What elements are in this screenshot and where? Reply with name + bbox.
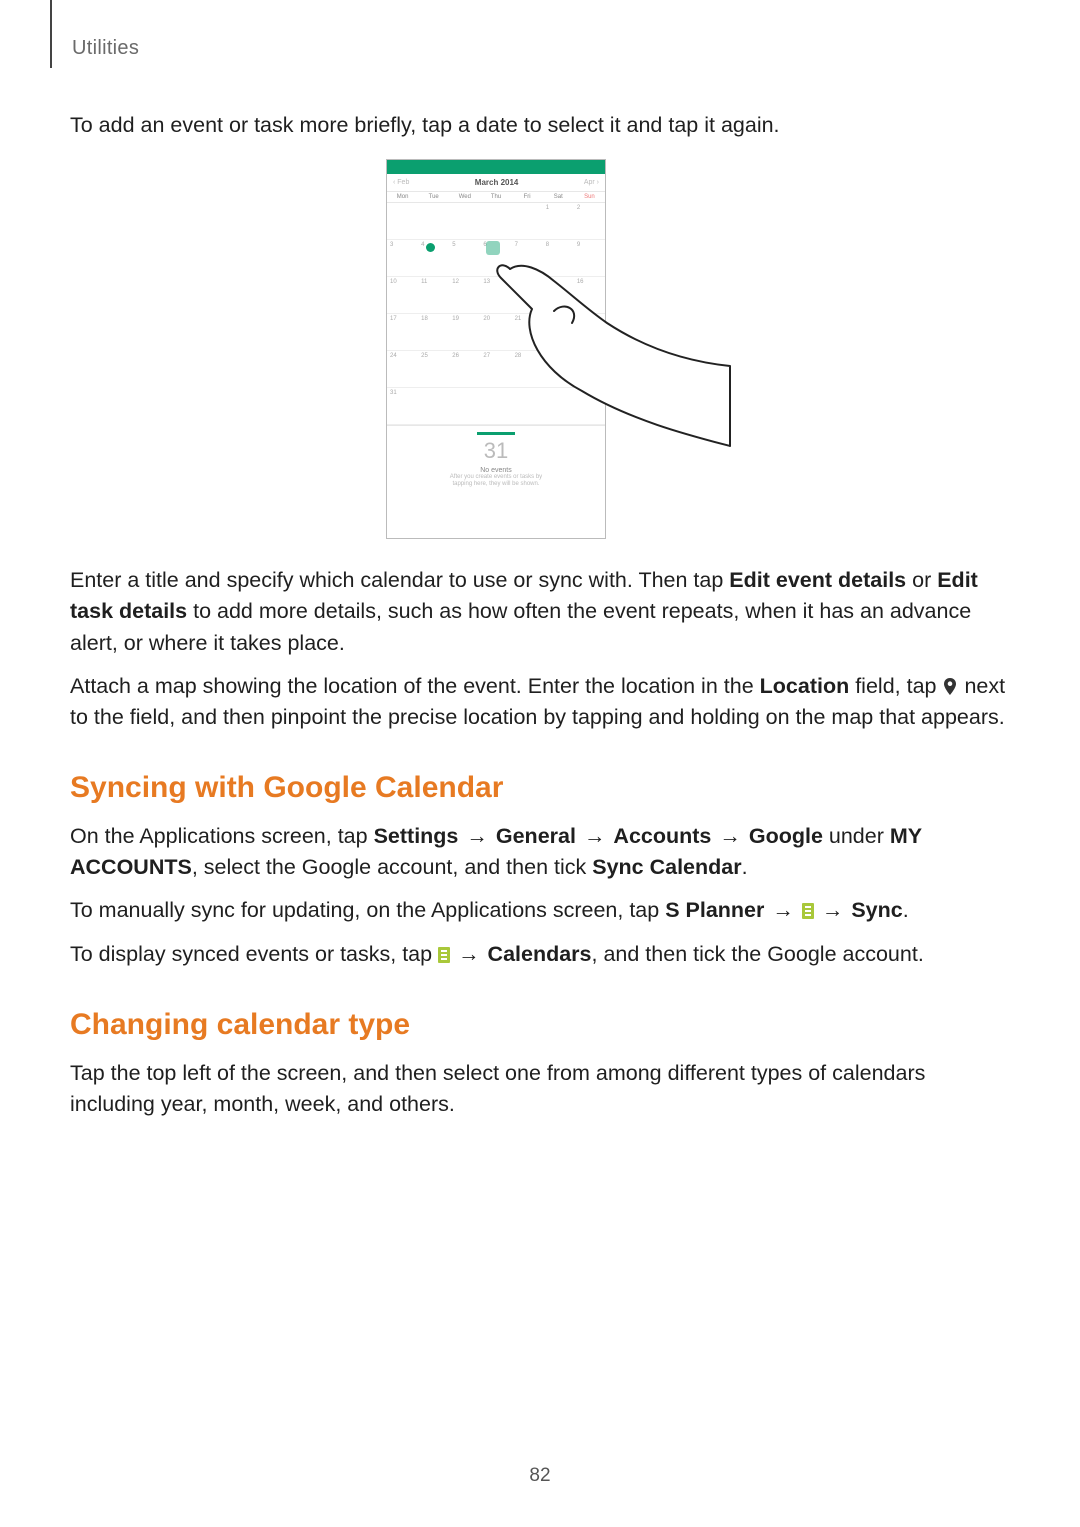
no-events-sub2: tapping here, they will be shown. — [397, 481, 595, 488]
paragraph-attach-map: Attach a map showing the location of the… — [70, 671, 1010, 733]
calendar-nav: ‹ Feb March 2014 Apr › — [387, 174, 605, 192]
chapter-label: Utilities — [72, 37, 139, 68]
location-pin-icon — [942, 678, 958, 696]
day-header: Mon Tue Wed Thu Fri Sat Sun — [387, 192, 605, 203]
menu-icon — [438, 947, 450, 963]
heading-changing-type: Changing calendar type — [70, 1008, 1010, 1042]
sync-paragraph-3: To display synced events or tasks, tap →… — [70, 939, 1010, 970]
status-bar — [387, 160, 605, 174]
month-title: March 2014 — [475, 178, 519, 187]
next-month: Apr › — [584, 179, 599, 186]
illustration-wrap: ‹ Feb March 2014 Apr › Mon Tue Wed Thu F… — [70, 159, 1010, 539]
menu-icon — [802, 903, 814, 919]
calendar-illustration: ‹ Feb March 2014 Apr › Mon Tue Wed Thu F… — [386, 159, 694, 539]
prev-month: ‹ Feb — [393, 179, 409, 186]
page-content: To add an event or task more briefly, ta… — [70, 110, 1010, 1132]
sync-paragraph-2: To manually sync for updating, on the Ap… — [70, 895, 1010, 926]
paragraph-edit-details: Enter a title and specify which calendar… — [70, 565, 1010, 659]
chapter-tab: Utilities — [50, 0, 139, 68]
hand-icon — [492, 251, 732, 481]
intro-paragraph: To add an event or task more briefly, ta… — [70, 110, 1010, 141]
page-number: 82 — [0, 1465, 1080, 1487]
heading-syncing: Syncing with Google Calendar — [70, 771, 1010, 805]
change-type-paragraph: Tap the top left of the screen, and then… — [70, 1058, 1010, 1120]
manual-page: Utilities To add an event or task more b… — [0, 0, 1080, 1527]
sync-paragraph-1: On the Applications screen, tap Settings… — [70, 821, 1010, 883]
